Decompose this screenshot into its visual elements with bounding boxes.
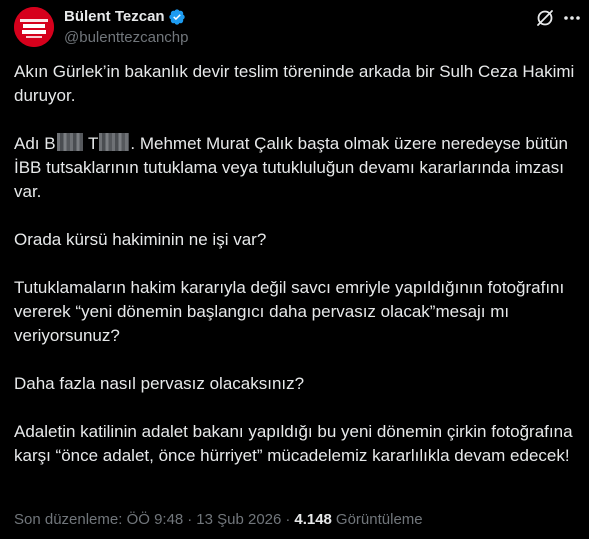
date-link[interactable]: 13 Şub 2026 xyxy=(196,511,281,529)
tweet-paragraph: Adaletin katilinin adalet bakanı yapıldı… xyxy=(14,422,573,465)
tweet: Bülent Tezcan @bulenttezcanchp Akın Gürl… xyxy=(0,0,589,539)
tweet-paragraph: Adı B T. Mehmet Murat Çalık başta olmak … xyxy=(14,133,568,201)
edited-timestamp-link[interactable]: Son düzenleme: ÖÖ 9:48 xyxy=(14,511,183,529)
tweet-paragraph: Orada kürsü hakiminin ne işi var? xyxy=(14,230,267,249)
verified-badge-icon xyxy=(168,8,186,26)
avatar[interactable] xyxy=(14,7,54,47)
tweet-text: Akın Gürlek’in bakanlık devir teslim tör… xyxy=(14,60,580,468)
tweet-paragraph: Akın Gürlek’in bakanlık devir teslim tör… xyxy=(14,62,575,105)
views-label: Görüntüleme xyxy=(335,511,423,528)
author-handle[interactable]: @bulenttezcanchp xyxy=(64,29,188,47)
tweet-paragraph: Tutuklamaların hakim kararıyla değil sav… xyxy=(14,278,565,345)
author-name-row: Bülent Tezcan xyxy=(64,8,186,26)
meta-separator: · xyxy=(187,511,193,528)
grok-icon[interactable] xyxy=(535,8,555,28)
author-display-name[interactable]: Bülent Tezcan xyxy=(64,8,165,26)
redacted-text xyxy=(56,133,83,151)
redacted-text xyxy=(99,133,130,151)
tweet-paragraph: Daha fazla nasıl pervasız olacaksınız? xyxy=(14,374,305,393)
more-icon[interactable] xyxy=(561,8,583,28)
avatar-image xyxy=(14,7,54,47)
views-count: 4.148 xyxy=(294,511,332,528)
meta-separator: · xyxy=(285,511,291,528)
tweet-meta: Son düzenleme: ÖÖ 9:48 · 13 Şub 2026 · 4… xyxy=(14,511,423,529)
